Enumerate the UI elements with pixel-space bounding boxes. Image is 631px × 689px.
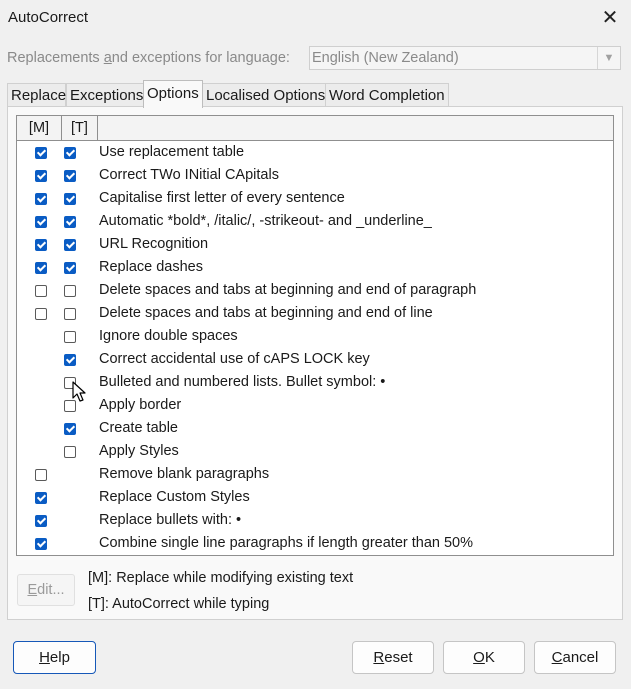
list-item[interactable]: Bulleted and numbered lists. Bullet symb… bbox=[17, 372, 613, 395]
tab-label: Replace bbox=[11, 87, 67, 104]
checkbox-m[interactable] bbox=[35, 216, 47, 228]
checkbox-m[interactable] bbox=[35, 147, 47, 159]
cancel-button[interactable]: Cancel bbox=[534, 641, 616, 674]
checkbox-t[interactable] bbox=[64, 308, 76, 320]
options-list[interactable]: [M] [T] Use replacement table Correct TWo… bbox=[16, 115, 614, 556]
option-label: Replace Custom Styles bbox=[99, 489, 250, 505]
checkbox-m[interactable] bbox=[35, 170, 47, 182]
window-title: AutoCorrect bbox=[8, 9, 89, 26]
tab-label: Options bbox=[147, 85, 199, 102]
list-item[interactable]: Replace dashes bbox=[17, 257, 613, 280]
legend-modify: [M]: Replace while modifying existing te… bbox=[88, 570, 354, 586]
list-item[interactable]: Apply border bbox=[17, 395, 613, 418]
tab-label: Word Completion bbox=[329, 87, 445, 104]
list-item[interactable]: Correct accidental use of cAPS LOCK key bbox=[17, 349, 613, 372]
option-label: Combine single line paragraphs if length… bbox=[99, 535, 474, 551]
tab-localised-options[interactable]: Localised Options bbox=[202, 83, 326, 106]
list-item[interactable]: Ignore double spaces bbox=[17, 326, 613, 349]
list-item[interactable]: Delete spaces and tabs at beginning and … bbox=[17, 280, 613, 303]
list-item[interactable]: Remove blank paragraphs bbox=[17, 464, 613, 487]
list-item[interactable]: Delete spaces and tabs at beginning and … bbox=[17, 303, 613, 326]
option-label: Delete spaces and tabs at beginning and … bbox=[99, 282, 477, 298]
list-item[interactable]: Correct TWo INitial CApitals bbox=[17, 165, 613, 188]
ok-button[interactable]: OK bbox=[443, 641, 525, 674]
option-label: Delete spaces and tabs at beginning and … bbox=[99, 305, 433, 321]
checkbox-t[interactable] bbox=[64, 423, 76, 435]
language-label: Replacements and exceptions for language… bbox=[7, 50, 290, 66]
list-item[interactable]: Apply Styles bbox=[17, 441, 613, 464]
list-item[interactable]: Capitalise first letter of every sentenc… bbox=[17, 188, 613, 211]
option-label: Automatic *bold*, /italic/, -strikeout- … bbox=[99, 213, 432, 229]
option-label: Correct accidental use of cAPS LOCK key bbox=[99, 351, 370, 367]
checkbox-t[interactable] bbox=[64, 446, 76, 458]
checkbox-m[interactable] bbox=[35, 193, 47, 205]
checkbox-t[interactable] bbox=[64, 170, 76, 182]
list-header: [M] [T] bbox=[17, 116, 613, 141]
reset-button[interactable]: Reset bbox=[352, 641, 434, 674]
language-value: English (New Zealand) bbox=[312, 50, 459, 66]
option-label: Apply Styles bbox=[99, 443, 179, 459]
checkbox-t[interactable] bbox=[64, 285, 76, 297]
chevron-down-icon: ▼ bbox=[597, 47, 620, 69]
option-label: Replace dashes bbox=[99, 259, 203, 275]
column-header-t[interactable]: [T] bbox=[62, 116, 98, 140]
tab-options[interactable]: Options bbox=[143, 80, 203, 108]
checkbox-m[interactable] bbox=[35, 285, 47, 297]
list-item[interactable]: Use replacement table bbox=[17, 142, 613, 165]
checkbox-m[interactable] bbox=[35, 239, 47, 251]
checkbox-m[interactable] bbox=[35, 515, 47, 527]
list-item[interactable]: Replace bullets with: • bbox=[17, 510, 613, 533]
list-item[interactable]: URL Recognition bbox=[17, 234, 613, 257]
option-label: Use replacement table bbox=[99, 144, 245, 160]
column-header-m[interactable]: [M] bbox=[17, 116, 62, 140]
checkbox-t[interactable] bbox=[64, 147, 76, 159]
legend-typing: [T]: AutoCorrect while typing bbox=[88, 596, 270, 612]
list-item[interactable]: Create table bbox=[17, 418, 613, 441]
checkbox-t[interactable] bbox=[64, 239, 76, 251]
language-select[interactable]: English (New Zealand) ▼ bbox=[309, 46, 621, 70]
list-item[interactable]: Automatic *bold*, /italic/, -strikeout- … bbox=[17, 211, 613, 234]
mouse-cursor-icon bbox=[72, 381, 86, 402]
option-label: URL Recognition bbox=[99, 236, 209, 252]
option-label: Create table bbox=[99, 420, 178, 436]
option-label: Replace bullets with: • bbox=[99, 512, 242, 528]
edit-button[interactable]: Edit... bbox=[17, 574, 75, 606]
option-label: Correct TWo INitial CApitals bbox=[99, 167, 279, 183]
option-label: Ignore double spaces bbox=[99, 328, 238, 344]
option-label: Apply border bbox=[99, 397, 182, 413]
checkbox-t[interactable] bbox=[64, 262, 76, 274]
option-label: Bulleted and numbered lists. Bullet symb… bbox=[99, 374, 386, 390]
checkbox-m[interactable] bbox=[35, 538, 47, 550]
checkbox-m[interactable] bbox=[35, 262, 47, 274]
option-label: Capitalise first letter of every sentenc… bbox=[99, 190, 345, 206]
checkbox-t[interactable] bbox=[64, 193, 76, 205]
tab-word-completion[interactable]: Word Completion bbox=[325, 83, 449, 106]
list-item[interactable]: Combine single line paragraphs if length… bbox=[17, 533, 613, 555]
tab-label: Exceptions bbox=[70, 87, 144, 104]
help-button[interactable]: Help bbox=[13, 641, 96, 674]
checkbox-m[interactable] bbox=[35, 492, 47, 504]
close-icon[interactable]: ✕ bbox=[598, 6, 622, 30]
tab-replace[interactable]: Replace bbox=[7, 83, 66, 106]
tab-label: Localised Options bbox=[206, 87, 326, 104]
checkbox-t[interactable] bbox=[64, 354, 76, 366]
checkbox-t[interactable] bbox=[64, 216, 76, 228]
checkbox-m[interactable] bbox=[35, 308, 47, 320]
list-item[interactable]: Replace Custom Styles bbox=[17, 487, 613, 510]
tab-exceptions[interactable]: Exceptions bbox=[66, 83, 144, 106]
checkbox-m[interactable] bbox=[35, 469, 47, 481]
option-label: Remove blank paragraphs bbox=[99, 466, 270, 482]
checkbox-t[interactable] bbox=[64, 331, 76, 343]
title-bar: AutoCorrect ✕ bbox=[0, 0, 631, 36]
